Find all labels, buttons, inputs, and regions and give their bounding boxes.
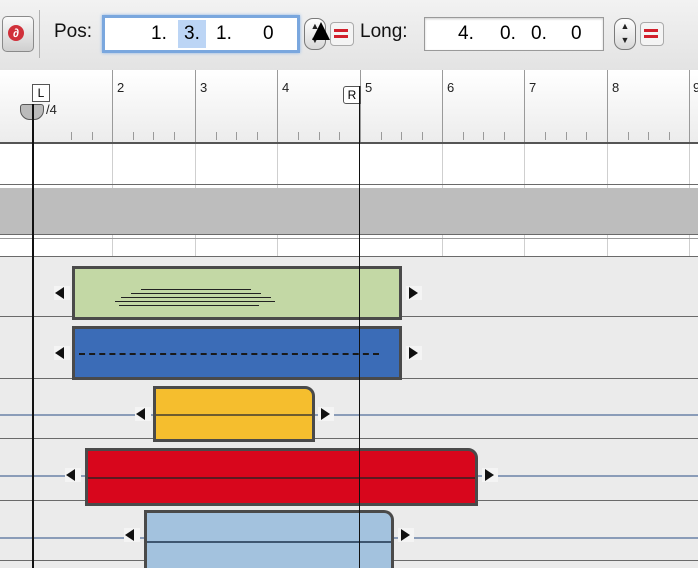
bar-number: 9	[693, 80, 698, 95]
left-locator[interactable]: L	[32, 84, 50, 102]
pos-division-segment[interactable]: 1.	[216, 18, 232, 50]
long-beat-segment[interactable]: 0.	[500, 18, 516, 50]
left-locator-label: L	[37, 86, 45, 100]
region-right-trim-icon[interactable]	[409, 287, 418, 299]
bar-number: 2	[117, 80, 125, 95]
long-label: Long:	[360, 21, 408, 42]
midi-region-blue[interactable]	[72, 326, 402, 380]
region-left-trim-icon[interactable]	[125, 529, 134, 541]
audio-region-lightblue[interactable]	[144, 510, 394, 568]
region-right-trim-icon[interactable]	[485, 469, 494, 481]
playhead-line[interactable]	[32, 104, 34, 568]
position-equals-button[interactable]	[330, 22, 354, 46]
arrange-area[interactable]	[0, 144, 698, 568]
audio-region-red[interactable]	[85, 448, 478, 506]
midi-region-green[interactable]	[72, 266, 402, 320]
pos-tick-segment[interactable]: 0	[263, 18, 274, 50]
region-left-trim-icon[interactable]	[55, 347, 64, 359]
position-field[interactable]: 1. 3. 1. 0	[102, 15, 300, 53]
right-locator-label: R	[347, 88, 357, 102]
bar-number: 4	[282, 80, 290, 95]
right-locator-line	[359, 86, 360, 568]
toolbar-divider	[39, 10, 40, 58]
global-track-band	[0, 188, 698, 234]
long-bar-segment[interactable]: 4.	[458, 18, 474, 50]
transport-toolbar: ∂ Pos: 1. 3. 1. 0 ▲ ▼ Long: 4. 0. 0. 0 ▲ ▼	[0, 0, 698, 71]
length-stepper[interactable]: ▲ ▼	[614, 18, 636, 50]
equals-icon	[644, 29, 658, 32]
long-division-segment[interactable]: 0.	[531, 18, 547, 50]
bar-ruler[interactable]: 2 3 4 5 6 7 8 9 /4 L R	[0, 70, 698, 144]
bar-number: 5	[365, 80, 373, 95]
time-signature: /4	[46, 102, 57, 117]
region-right-trim-icon[interactable]	[401, 529, 410, 541]
bar-number: 7	[529, 80, 537, 95]
record-button[interactable]: ∂	[2, 16, 34, 52]
mouse-pointer-icon	[312, 22, 330, 40]
pos-label: Pos:	[54, 21, 93, 42]
long-tick-segment[interactable]: 0	[571, 18, 582, 50]
region-left-trim-icon[interactable]	[136, 408, 145, 420]
equals-icon	[334, 29, 348, 32]
pos-beat-segment[interactable]: 3.	[184, 18, 200, 50]
region-left-trim-icon[interactable]	[66, 469, 75, 481]
region-right-trim-icon[interactable]	[321, 408, 330, 420]
length-field[interactable]: 4. 0. 0. 0	[424, 17, 604, 51]
region-right-trim-icon[interactable]	[409, 347, 418, 359]
audio-region-yellow[interactable]	[153, 386, 315, 442]
pos-bar-segment[interactable]: 1.	[151, 18, 167, 50]
region-left-trim-icon[interactable]	[55, 287, 64, 299]
bar-number: 6	[447, 80, 455, 95]
bar-number: 8	[612, 80, 620, 95]
record-icon: ∂	[8, 25, 24, 41]
bar-number: 3	[200, 80, 208, 95]
length-equals-button[interactable]	[640, 22, 664, 46]
